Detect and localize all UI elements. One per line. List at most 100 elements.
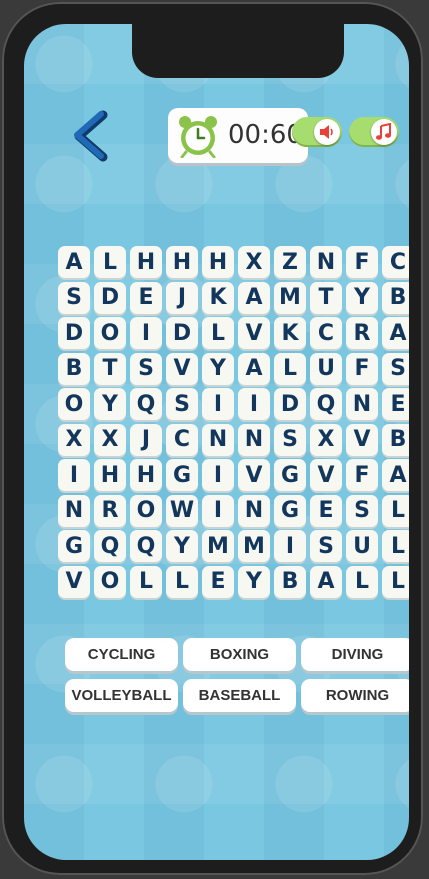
letter-tile[interactable]: S: [382, 352, 409, 385]
letter-tile[interactable]: D: [94, 281, 126, 314]
letter-tile[interactable]: I: [238, 388, 270, 420]
letter-tile[interactable]: C: [310, 317, 342, 349]
letter-tile[interactable]: J: [166, 281, 198, 314]
letter-tile[interactable]: L: [274, 352, 306, 385]
letter-tile[interactable]: U: [310, 352, 342, 385]
letter-tile[interactable]: M: [274, 281, 306, 314]
letter-tile[interactable]: L: [130, 565, 162, 598]
letter-tile[interactable]: M: [202, 530, 234, 562]
letter-tile[interactable]: I: [58, 459, 90, 491]
letter-tile[interactable]: B: [274, 565, 306, 598]
back-button[interactable]: [70, 110, 110, 162]
letter-tile[interactable]: F: [346, 246, 378, 278]
letter-tile[interactable]: N: [238, 494, 270, 527]
letter-tile[interactable]: S: [310, 530, 342, 562]
letter-tile[interactable]: I: [274, 530, 306, 562]
letter-tile[interactable]: B: [382, 281, 409, 314]
letter-tile[interactable]: R: [94, 494, 126, 527]
letter-tile[interactable]: O: [94, 565, 126, 598]
letter-tile[interactable]: A: [238, 281, 270, 314]
letter-tile[interactable]: Y: [346, 281, 378, 314]
letter-tile[interactable]: O: [58, 388, 90, 420]
letter-tile[interactable]: S: [166, 388, 198, 420]
letter-tile[interactable]: L: [94, 246, 126, 278]
letter-tile[interactable]: E: [382, 388, 409, 420]
letter-tile[interactable]: D: [166, 317, 198, 349]
letter-tile[interactable]: I: [130, 317, 162, 349]
letter-tile[interactable]: X: [310, 423, 342, 456]
letter-tile[interactable]: F: [346, 459, 378, 491]
music-toggle[interactable]: [349, 117, 399, 147]
letter-tile[interactable]: T: [94, 352, 126, 385]
letter-tile[interactable]: A: [382, 459, 409, 491]
letter-tile[interactable]: L: [346, 565, 378, 598]
letter-tile[interactable]: X: [94, 423, 126, 456]
letter-tile[interactable]: Y: [238, 565, 270, 598]
letter-tile[interactable]: S: [274, 423, 306, 456]
letter-tile[interactable]: H: [130, 459, 162, 491]
letter-tile[interactable]: T: [310, 281, 342, 314]
letter-tile[interactable]: Y: [166, 530, 198, 562]
letter-tile[interactable]: V: [346, 423, 378, 456]
letter-tile[interactable]: G: [58, 530, 90, 562]
letter-tile[interactable]: I: [202, 459, 234, 491]
letter-tile[interactable]: S: [130, 352, 162, 385]
letter-tile[interactable]: K: [202, 281, 234, 314]
letter-tile[interactable]: O: [94, 317, 126, 349]
letter-tile[interactable]: V: [238, 459, 270, 491]
letter-tile[interactable]: N: [310, 246, 342, 278]
letter-tile[interactable]: A: [310, 565, 342, 598]
letter-tile[interactable]: I: [202, 388, 234, 420]
letter-tile[interactable]: M: [238, 530, 270, 562]
sound-toggle[interactable]: [292, 117, 342, 147]
letter-tile[interactable]: Q: [310, 388, 342, 420]
letter-tile[interactable]: D: [274, 388, 306, 420]
letter-tile[interactable]: S: [346, 494, 378, 527]
letter-tile[interactable]: A: [382, 317, 409, 349]
letter-tile[interactable]: H: [130, 246, 162, 278]
letter-tile[interactable]: Y: [202, 352, 234, 385]
letter-tile[interactable]: L: [202, 317, 234, 349]
letter-tile[interactable]: E: [310, 494, 342, 527]
letter-tile[interactable]: N: [346, 388, 378, 420]
letter-tile[interactable]: Y: [94, 388, 126, 420]
letter-tile[interactable]: O: [130, 494, 162, 527]
letter-tile[interactable]: U: [346, 530, 378, 562]
letter-tile[interactable]: G: [166, 459, 198, 491]
letter-tile[interactable]: B: [58, 352, 90, 385]
letter-tile[interactable]: V: [238, 317, 270, 349]
letter-tile[interactable]: F: [346, 352, 378, 385]
letter-tile[interactable]: C: [166, 423, 198, 456]
letter-tile[interactable]: N: [58, 494, 90, 527]
letter-tile[interactable]: W: [166, 494, 198, 527]
letter-tile[interactable]: K: [274, 317, 306, 349]
letter-tile[interactable]: S: [58, 281, 90, 314]
letter-tile[interactable]: A: [58, 246, 90, 278]
letter-tile[interactable]: G: [274, 459, 306, 491]
letter-tile[interactable]: Q: [94, 530, 126, 562]
letter-tile[interactable]: E: [202, 565, 234, 598]
letter-tile[interactable]: I: [202, 494, 234, 527]
letter-tile[interactable]: A: [238, 352, 270, 385]
letter-tile[interactable]: Q: [130, 530, 162, 562]
letter-tile[interactable]: Q: [130, 388, 162, 420]
letter-tile[interactable]: R: [346, 317, 378, 349]
letter-tile[interactable]: L: [166, 565, 198, 598]
letter-tile[interactable]: Z: [274, 246, 306, 278]
letter-tile[interactable]: N: [202, 423, 234, 456]
letter-tile[interactable]: X: [58, 423, 90, 456]
letter-tile[interactable]: D: [58, 317, 90, 349]
letter-tile[interactable]: V: [166, 352, 198, 385]
letter-tile[interactable]: V: [58, 565, 90, 598]
letter-tile[interactable]: H: [166, 246, 198, 278]
letter-tile[interactable]: J: [130, 423, 162, 456]
letter-tile[interactable]: H: [94, 459, 126, 491]
letter-tile[interactable]: V: [310, 459, 342, 491]
letter-tile[interactable]: L: [382, 530, 409, 562]
letter-tile[interactable]: H: [202, 246, 234, 278]
letter-tile[interactable]: X: [238, 246, 270, 278]
letter-tile[interactable]: L: [382, 494, 409, 527]
letter-tile[interactable]: G: [274, 494, 306, 527]
letter-tile[interactable]: L: [382, 565, 409, 598]
letter-tile[interactable]: C: [382, 246, 409, 278]
